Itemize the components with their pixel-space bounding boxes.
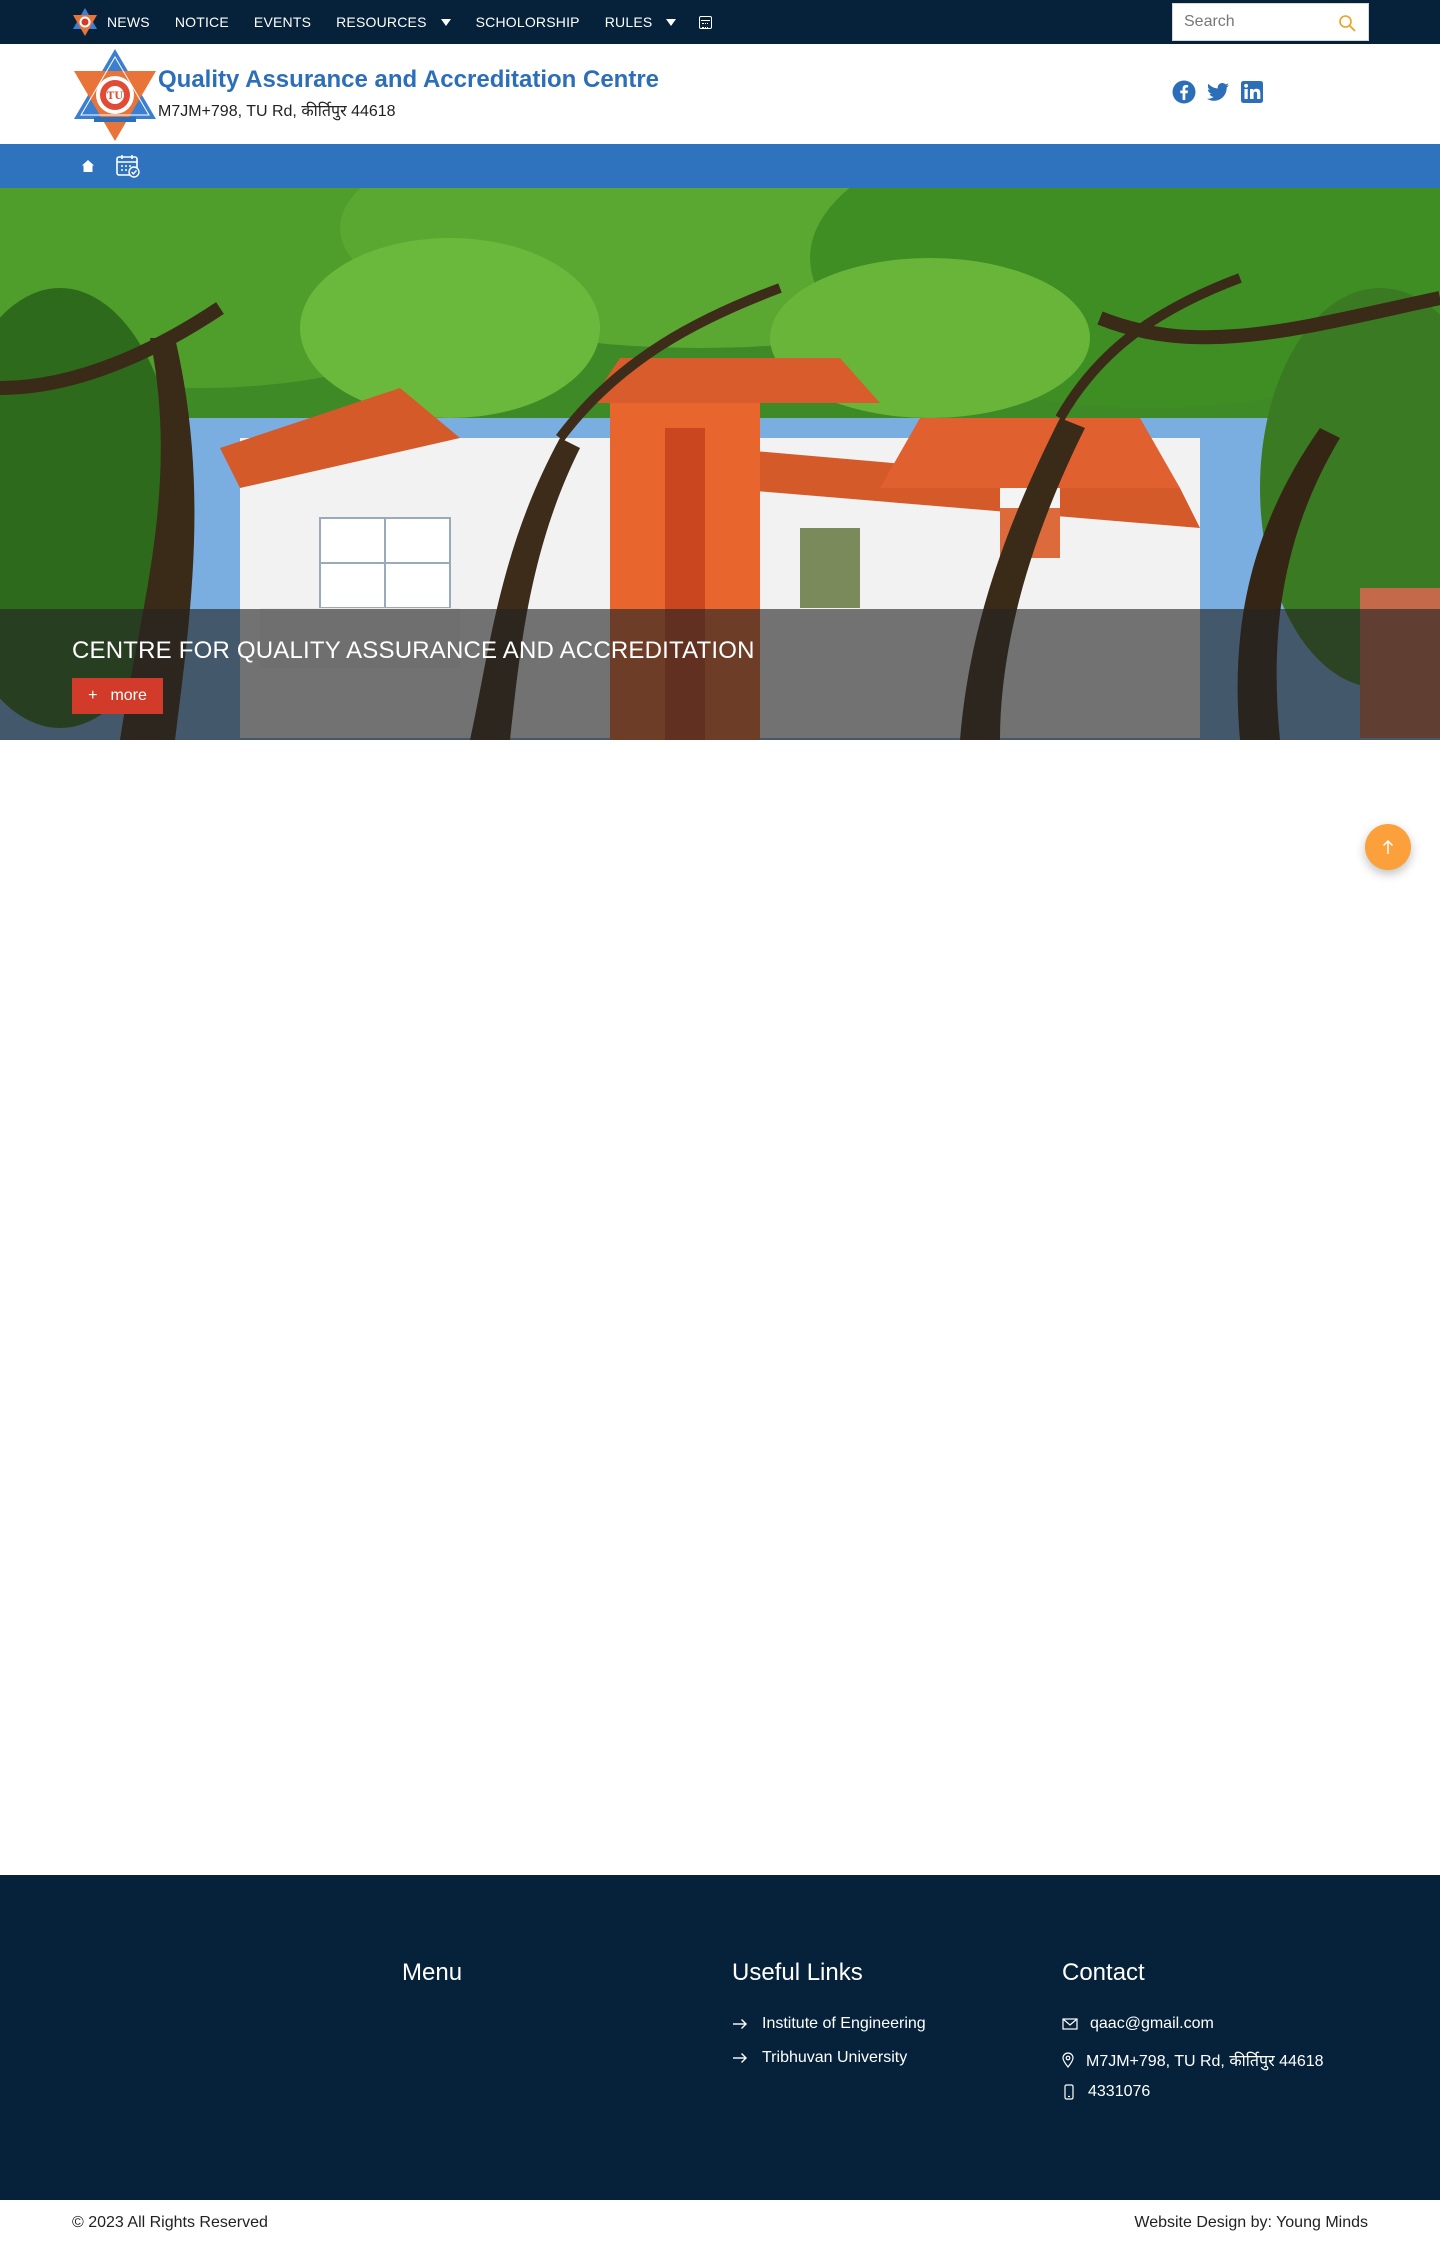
mobile-phone-icon (1064, 2084, 1074, 2100)
map-pin-icon (1062, 2052, 1074, 2068)
footer-link-label: Tribhuvan University (762, 2049, 908, 2066)
bottom-bar: © 2023 All Rights Reserved Website Desig… (0, 2200, 1440, 2244)
search-icon[interactable] (1338, 14, 1356, 32)
university-logo-icon[interactable] (72, 7, 98, 37)
nav-events-label: EVENTS (253, 14, 312, 30)
nav-rules[interactable]: RULES (605, 14, 677, 30)
facebook-icon[interactable] (1172, 80, 1196, 104)
nav-notice-label: NOTICE (174, 14, 229, 30)
plus-icon: + (88, 687, 98, 704)
main-menu: NEWS NOTICE EVENTS RESOURCES SCHOLORSHIP… (107, 0, 737, 44)
scroll-to-top-button[interactable] (1365, 824, 1411, 870)
linkedin-icon[interactable] (1240, 80, 1264, 104)
caret-down-icon (440, 18, 451, 26)
calendar-check-icon[interactable] (115, 153, 141, 179)
home-icon[interactable] (81, 159, 95, 173)
copyright-text: © 2023 All Rights Reserved (72, 2214, 268, 2231)
footer-address-text: M7JM+798, TU Rd, कीर्तिपुर 44618 (1086, 2053, 1324, 2070)
nav-scholorship-label: SCHOLORSHIP (475, 14, 580, 30)
footer-phone-text: 4331076 (1088, 2083, 1151, 2100)
footer-link-institute-of-engineering[interactable]: Institute of Engineering (732, 2015, 926, 2033)
search-input[interactable] (1173, 13, 1323, 31)
site-header: TU Quality Assurance and Accreditation C… (0, 44, 1440, 144)
footer-menu-title: Menu (402, 1959, 463, 1986)
footer-useful-links-title: Useful Links (732, 1959, 863, 1986)
footer-phone[interactable]: 4331076 (1062, 2083, 1150, 2101)
nav-resources-label: RESOURCES (336, 14, 427, 30)
nav-news-label: NEWS (107, 14, 150, 30)
hero-banner: CENTRE FOR QUALITY ASSURANCE AND ACCREDI… (0, 188, 1440, 740)
nav-events[interactable]: EVENTS (254, 14, 311, 30)
nav-news[interactable]: NEWS (107, 14, 150, 30)
envelope-icon (1062, 2018, 1078, 2030)
design-credit[interactable]: Website Design by: Young Minds (1134, 2214, 1368, 2232)
site-title[interactable]: Quality Assurance and Accreditation Cent… (158, 66, 659, 94)
footer-link-label: Institute of Engineering (762, 2015, 926, 2032)
arrow-right-icon (733, 2019, 747, 2029)
arrow-right-icon (733, 2053, 747, 2063)
secondary-nav-bar (0, 144, 1440, 188)
footer-email-text: qaac@gmail.com (1090, 2015, 1214, 2032)
twitter-icon[interactable] (1206, 80, 1230, 104)
university-logo[interactable]: TU (72, 47, 158, 143)
nav-resources[interactable]: RESOURCES (336, 14, 451, 30)
hero-caption-overlay (0, 609, 1440, 740)
nav-scholorship[interactable]: SCHOLORSHIP (476, 14, 580, 30)
site-footer: Menu Useful Links Institute of Engineeri… (0, 1875, 1440, 2200)
more-button[interactable]: + more (72, 678, 163, 714)
nav-notice[interactable]: NOTICE (175, 14, 229, 30)
caret-down-icon (666, 18, 677, 26)
site-address: M7JM+798, TU Rd, कीर्तिपुर 44618 (158, 103, 396, 120)
arrow-up-icon (1382, 839, 1394, 854)
footer-link-tribhuvan-university[interactable]: Tribhuvan University (732, 2049, 907, 2067)
nav-calendar[interactable] (699, 15, 713, 29)
footer-email[interactable]: qaac@gmail.com (1062, 2015, 1214, 2033)
footer-address: M7JM+798, TU Rd, कीर्तिपुर 44618 (1062, 2049, 1324, 2071)
nav-rules-label: RULES (604, 14, 653, 30)
calendar-icon (699, 15, 713, 29)
hero-title: CENTRE FOR QUALITY ASSURANCE AND ACCREDI… (72, 637, 755, 664)
social-links (1172, 80, 1264, 104)
footer-contact-title: Contact (1062, 1959, 1145, 1986)
svg-text:TU: TU (107, 91, 123, 102)
search-box (1172, 3, 1369, 41)
more-button-label: more (110, 687, 147, 704)
top-navigation-bar: NEWS NOTICE EVENTS RESOURCES SCHOLORSHIP… (0, 0, 1440, 44)
